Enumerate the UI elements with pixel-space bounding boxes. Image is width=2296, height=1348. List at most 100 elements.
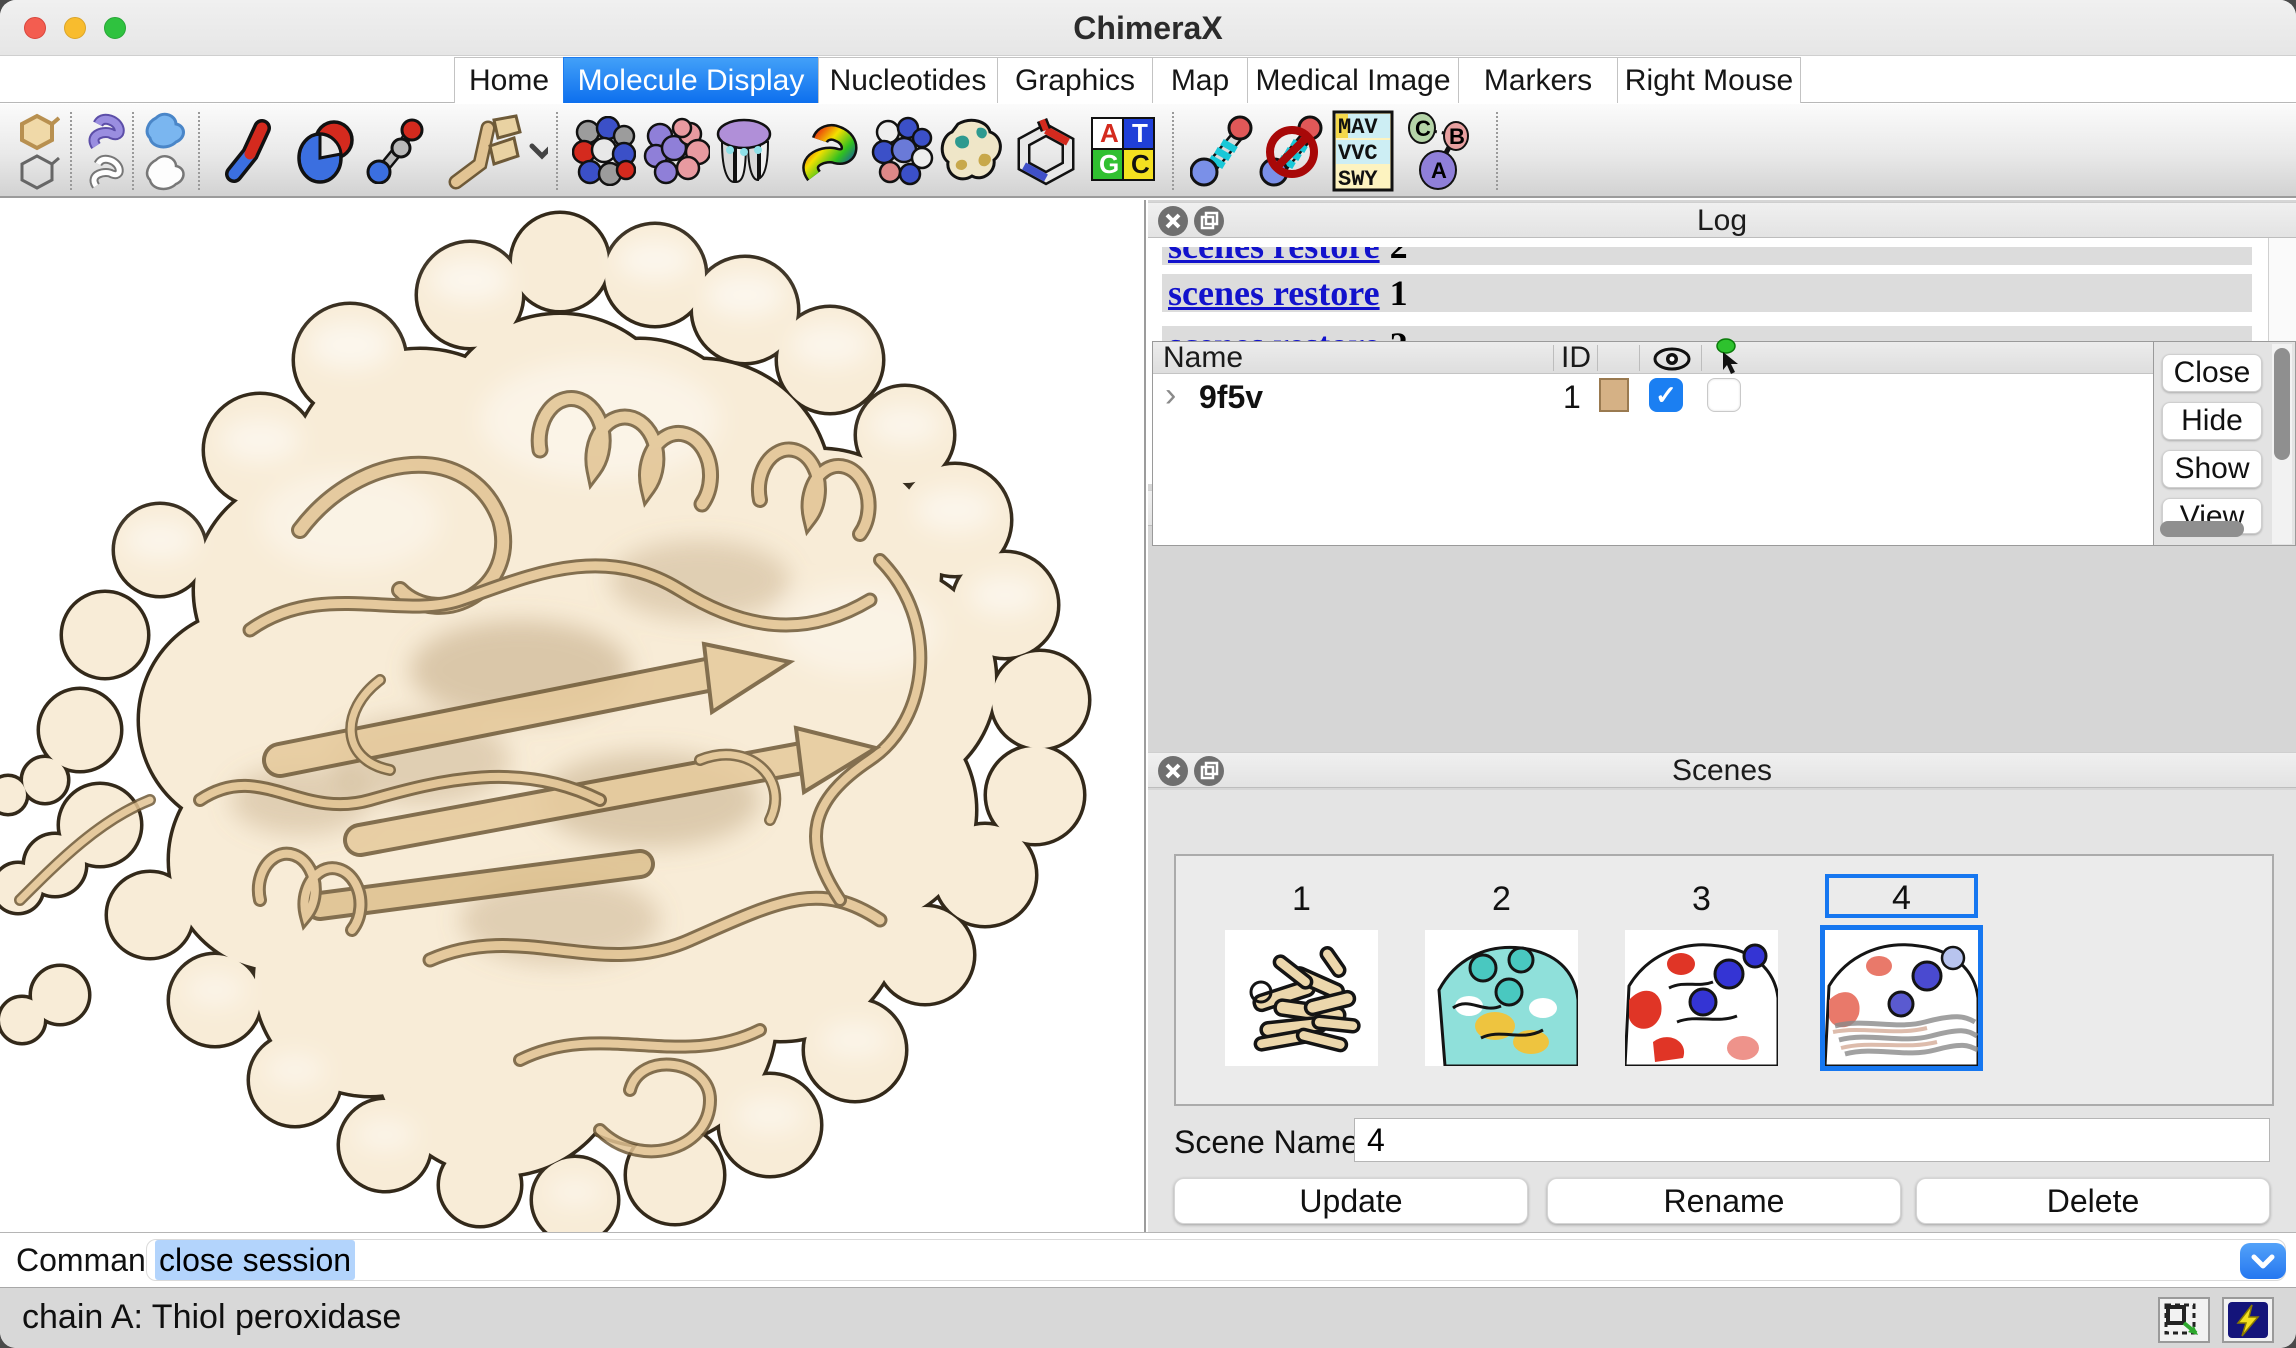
command-history-chevron-icon[interactable] bbox=[2240, 1243, 2286, 1279]
toolbar-separator bbox=[556, 112, 558, 190]
nucleotide-colors-icon[interactable]: A T G C bbox=[1090, 116, 1156, 189]
chimerax-window: ChimeraX Home Molecule Display Nucleotid… bbox=[0, 0, 2296, 1348]
scene-name-label: Scene Name: bbox=[1174, 1124, 1368, 1161]
models-horizontal-scrollbar-thumb[interactable] bbox=[2160, 521, 2244, 537]
selection-mode-button[interactable] bbox=[2158, 1297, 2210, 1343]
command-selected-text: close session bbox=[155, 1240, 355, 1280]
hide-cartoons-icon[interactable] bbox=[86, 152, 130, 197]
shown-column-eye-icon bbox=[1651, 346, 1693, 372]
nucleotides-menu-chevron-icon bbox=[532, 146, 548, 156]
scene-3-label[interactable]: 3 bbox=[1625, 880, 1778, 919]
models-hide-button[interactable]: Hide bbox=[2162, 402, 2262, 440]
scenes-panel-title: Scenes bbox=[1148, 753, 2296, 789]
log-entry: scenes restore1 bbox=[1162, 274, 2252, 312]
svg-text:A: A bbox=[1431, 158, 1447, 183]
model-shown-checkbox[interactable]: ✓ bbox=[1649, 378, 1683, 412]
window-title: ChimeraX bbox=[0, 0, 2296, 56]
svg-text:C: C bbox=[1415, 116, 1431, 141]
scene-2-thumbnail[interactable] bbox=[1425, 930, 1578, 1066]
show-cartoons-icon[interactable] bbox=[86, 112, 130, 157]
chain-diagram-icon[interactable]: C B A bbox=[1402, 112, 1474, 195]
sequence-viewer-icon[interactable]: MAVVVCSWY M bbox=[1332, 110, 1394, 197]
model-name: 9f5v bbox=[1199, 379, 1263, 416]
svg-text:SWY: SWY bbox=[1338, 167, 1378, 192]
model-id: 1 bbox=[1563, 379, 1581, 416]
tab-map[interactable]: Map bbox=[1152, 57, 1248, 103]
scene-4-thumbnail[interactable] bbox=[1825, 930, 1978, 1066]
show-surfaces-icon[interactable] bbox=[142, 110, 190, 157]
svg-text:T: T bbox=[1132, 118, 1148, 148]
stick-style-icon[interactable] bbox=[222, 118, 286, 189]
disclosure-chevron-icon[interactable]: › bbox=[1165, 375, 1176, 415]
toolbar-separator bbox=[1496, 112, 1498, 190]
title-bar: ChimeraX bbox=[0, 0, 2296, 56]
model-row-9f5v[interactable]: › 9f5v 1 ✓ bbox=[1153, 375, 2153, 417]
model-color-swatch[interactable] bbox=[1599, 378, 1629, 412]
hide-atoms-icon[interactable] bbox=[14, 152, 60, 197]
scene-update-button[interactable]: Update bbox=[1174, 1178, 1528, 1224]
models-buttons-scrollbar-thumb[interactable] bbox=[2274, 348, 2290, 460]
graphics-viewport[interactable] bbox=[0, 200, 1146, 1232]
log-panel-title: Log bbox=[1148, 203, 2296, 239]
scene-delete-button[interactable]: Delete bbox=[1916, 1178, 2270, 1224]
scenes-body: 1 2 3 4 bbox=[1148, 790, 2296, 1232]
scene-3-thumbnail[interactable] bbox=[1625, 930, 1778, 1066]
tab-medical-image[interactable]: Medical Image bbox=[1247, 57, 1459, 103]
status-bar: chain A: Thiol peroxidase bbox=[0, 1287, 2296, 1348]
color-glycans-icon[interactable] bbox=[712, 116, 776, 191]
svg-text:M: M bbox=[1338, 115, 1351, 140]
toolbar-separator bbox=[70, 112, 72, 190]
scene-rename-button[interactable]: Rename bbox=[1547, 1178, 1901, 1224]
clashes-icon[interactable] bbox=[1258, 114, 1328, 193]
column-id: ID bbox=[1561, 342, 1591, 374]
rainbow-color-icon[interactable] bbox=[800, 116, 866, 191]
log-link[interactable]: scenes restore bbox=[1168, 247, 1380, 265]
hydrogen-bonds-icon[interactable] bbox=[1190, 114, 1256, 193]
log-entry-partial: scenes restore2 bbox=[1162, 247, 2252, 265]
select-column-pointer-icon bbox=[1709, 338, 1743, 378]
color-by-element-icon[interactable] bbox=[1014, 116, 1078, 191]
scene-2-label[interactable]: 2 bbox=[1425, 880, 1578, 919]
model-selected-checkbox[interactable] bbox=[1707, 378, 1741, 412]
command-bar: Command: close session bbox=[0, 1232, 2296, 1286]
sphere-style-icon[interactable] bbox=[294, 118, 362, 189]
scene-1-thumbnail[interactable] bbox=[1225, 930, 1378, 1066]
status-text: chain A: Thiol peroxidase bbox=[22, 1288, 401, 1346]
tab-molecule-display[interactable]: Molecule Display bbox=[563, 57, 819, 103]
svg-text:B: B bbox=[1449, 124, 1465, 149]
toolbar-separator bbox=[132, 112, 134, 190]
color-by-chain-icon[interactable] bbox=[642, 116, 710, 191]
column-name: Name bbox=[1163, 342, 1243, 374]
toolbar-separator bbox=[1172, 112, 1174, 190]
tab-home[interactable]: Home bbox=[454, 57, 564, 103]
models-table: Name ID › 9f5v 1 ✓ bbox=[1152, 341, 2154, 546]
fast-mode-button[interactable] bbox=[2222, 1297, 2274, 1343]
hide-surfaces-icon[interactable] bbox=[142, 152, 190, 199]
tab-nucleotides[interactable]: Nucleotides bbox=[818, 57, 998, 103]
svg-text:G: G bbox=[1099, 149, 1119, 179]
ball-and-stick-style-icon[interactable] bbox=[366, 118, 426, 189]
command-input[interactable]: close session bbox=[146, 1239, 2286, 1281]
log-panel-header: Log bbox=[1148, 202, 2296, 238]
show-atoms-icon[interactable] bbox=[14, 112, 60, 157]
scene-1-label[interactable]: 1 bbox=[1225, 880, 1378, 919]
scenes-panel-header: Scenes bbox=[1148, 752, 2296, 788]
hydrophobicity-surface-icon[interactable] bbox=[938, 114, 1008, 191]
nucleotides-style-icon[interactable] bbox=[438, 112, 548, 195]
protein-9f5v-render bbox=[0, 200, 1146, 1232]
models-close-button[interactable]: Close bbox=[2162, 354, 2262, 392]
color-by-charge-icon[interactable] bbox=[870, 116, 934, 191]
models-actions-column: Close Hide Show View bbox=[2154, 341, 2296, 546]
log-link[interactable]: scenes restore bbox=[1168, 273, 1380, 313]
models-table-header: Name ID bbox=[1153, 342, 2153, 374]
right-dock: Log scenes restore2 scenes restore1 scen… bbox=[1148, 200, 2296, 1232]
tab-graphics[interactable]: Graphics bbox=[997, 57, 1153, 103]
tab-right-mouse[interactable]: Right Mouse bbox=[1617, 57, 1801, 103]
color-heteroatoms-icon[interactable] bbox=[572, 116, 636, 191]
ribbon-tab-bar: Home Molecule Display Nucleotides Graphi… bbox=[0, 57, 2296, 103]
scenes-gallery: 1 2 3 4 bbox=[1174, 854, 2274, 1106]
scene-name-input[interactable] bbox=[1354, 1118, 2270, 1162]
tab-markers[interactable]: Markers bbox=[1458, 57, 1618, 103]
scene-4-label[interactable]: 4 bbox=[1825, 874, 1978, 918]
models-show-button[interactable]: Show bbox=[2162, 450, 2262, 488]
